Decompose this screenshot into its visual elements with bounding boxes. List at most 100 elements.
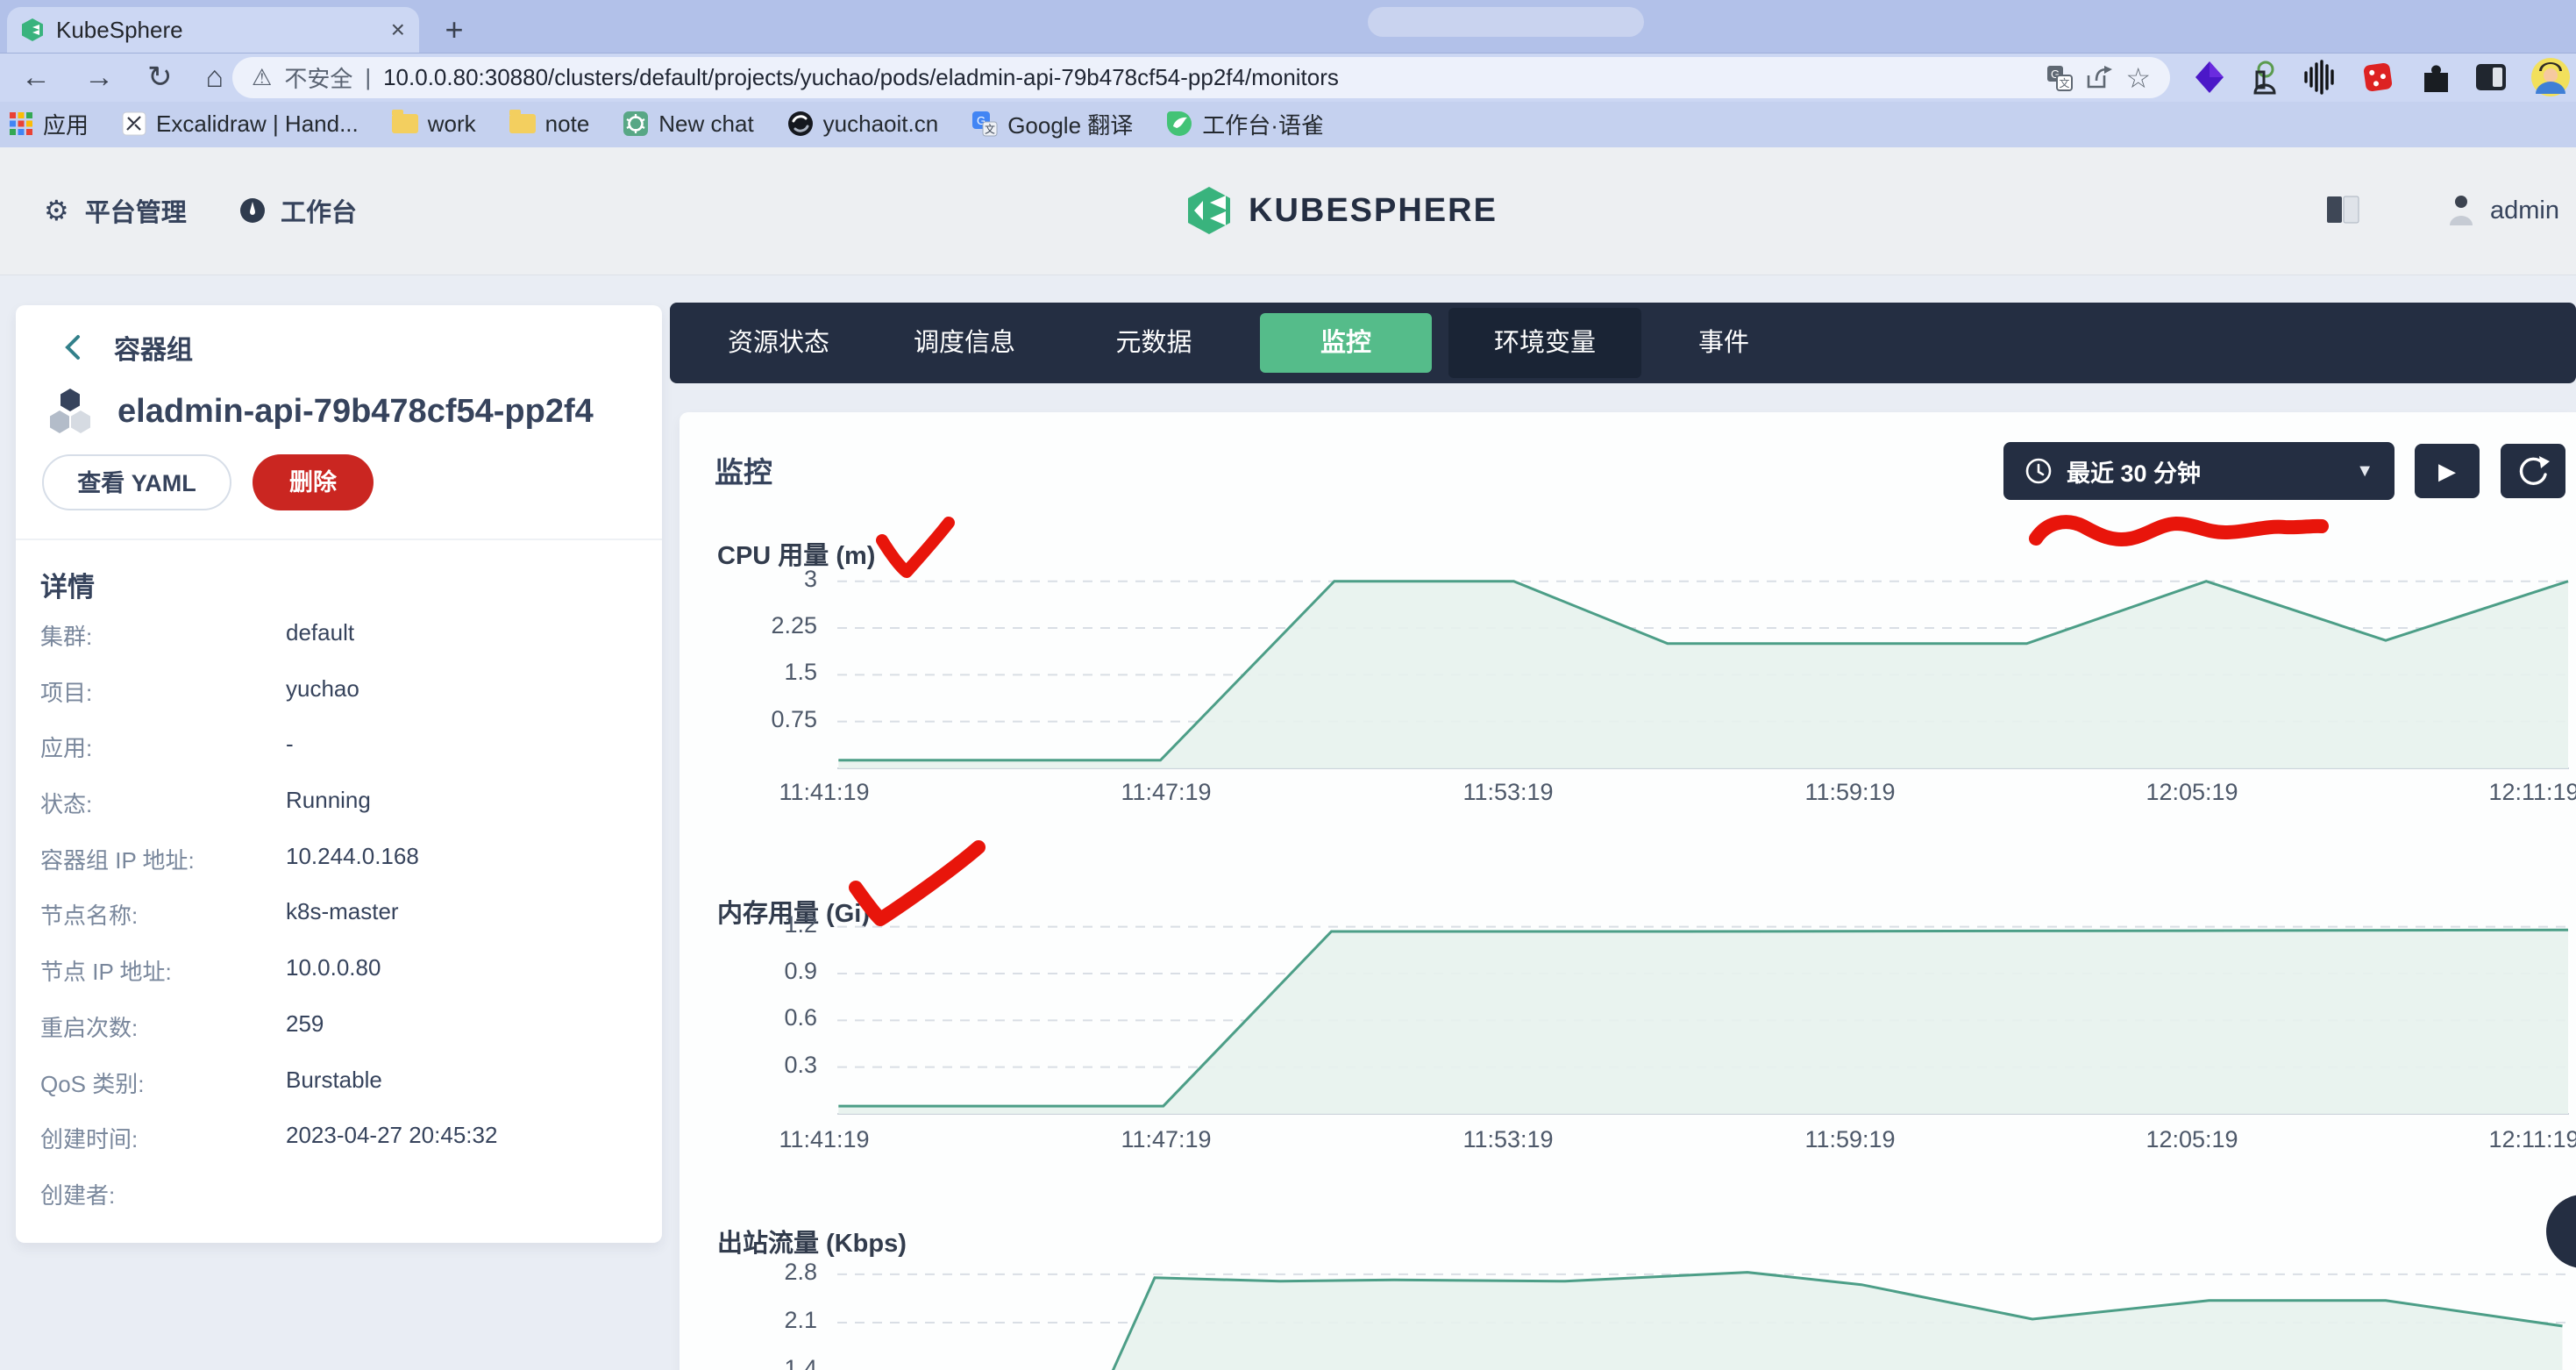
bookmarks-items: 应用 Excalidraw | Hand... work note New ch… [9, 103, 1324, 144]
bookmark-excalidraw[interactable]: Excalidraw | Hand... [122, 111, 359, 138]
user-menu[interactable]: admin [2446, 186, 2559, 235]
pod-name: eladmin-api-79b478cf54-pp2f4 [117, 393, 594, 431]
detail-label: 状态: [40, 787, 92, 819]
tab-scheduling-info[interactable]: 调度信息 [868, 303, 1061, 383]
yuque-icon [1166, 111, 1192, 137]
detail-label: 项目: [40, 675, 92, 708]
outbound-chart-title: 出站流量 (Kbps) [717, 1223, 907, 1259]
sidebar-divider [16, 539, 662, 540]
bookmark-work[interactable]: work [392, 111, 476, 138]
dice-extension-icon[interactable] [2360, 60, 2395, 95]
workbench-nav[interactable]: 工作台 [238, 184, 357, 237]
kubesphere-logo[interactable]: KUBESPHERE [1185, 182, 1498, 239]
detail-label: 容器组 IP 地址: [40, 843, 195, 875]
bookmark-label: work [428, 111, 476, 138]
time-range-value: 最近 30 分钟 [2067, 454, 2342, 489]
detail-value: Burstable [286, 1067, 382, 1094]
excalidraw-icon [122, 111, 146, 136]
bookmark-label: 工作台·语雀 [1202, 108, 1324, 140]
bookmark-label: 应用 [43, 108, 89, 140]
browser-tab[interactable]: KubeSphere × [7, 7, 419, 53]
profile-avatar[interactable] [2530, 57, 2571, 97]
pod-title-row: eladmin-api-79b478cf54-pp2f4 [46, 384, 594, 439]
forward-icon[interactable]: → [84, 53, 114, 102]
back-icon[interactable]: ← [21, 53, 51, 102]
svg-text:文: 文 [2060, 76, 2070, 89]
detail-row: 节点名称:k8s-master [40, 898, 637, 954]
detail-row: 创建时间:2023-04-27 20:45:32 [40, 1122, 637, 1178]
docs-book-icon[interactable] [2325, 195, 2360, 225]
url-text[interactable]: 10.0.0.80:30880/clusters/default/project… [383, 64, 2034, 91]
monitor-panel [680, 412, 2576, 1370]
cpu-chart-title: CPU 用量 (m) [717, 535, 875, 572]
view-yaml-button[interactable]: 查看 YAML [42, 454, 231, 510]
bookmark-new-chat[interactable]: New chat [623, 111, 753, 138]
detail-label: 重启次数: [40, 1010, 138, 1043]
tab-events[interactable]: 事件 [1627, 303, 1820, 383]
folder-icon [392, 114, 418, 133]
bookmark-yuque[interactable]: 工作台·语雀 [1166, 108, 1324, 140]
memory-chart-title: 内存用量 (Gi) [717, 893, 870, 930]
autorefresh-play-button[interactable]: ▶ [2415, 444, 2480, 498]
back-to-pods[interactable]: 容器组 [63, 328, 193, 367]
chatgpt-icon [623, 111, 649, 137]
tab-monitoring[interactable]: 监控 [1260, 313, 1432, 373]
bookmark-google-translate[interactable]: G文 Google 翻译 [971, 108, 1133, 140]
waveform-extension-icon[interactable] [2302, 60, 2338, 95]
detail-label: 节点名称: [40, 898, 138, 931]
reload-icon[interactable]: ↻ [147, 53, 173, 102]
detail-row: 节点 IP 地址: 10.0.0.80 [40, 954, 637, 1010]
person-search-extension-icon[interactable] [2248, 60, 2280, 95]
bookmark-label: Excalidraw | Hand... [156, 111, 359, 138]
time-range-select[interactable]: 最近 30 分钟 ▼ [2003, 442, 2395, 500]
puzzle-extension-icon[interactable] [2418, 61, 2451, 94]
monitor-title: 监控 [715, 449, 772, 491]
bookmark-yuchaoit[interactable]: yuchaoit.cn [787, 111, 939, 138]
nav-buttons: ← → ↻ ⌂ [21, 53, 224, 102]
home-icon[interactable]: ⌂ [206, 53, 224, 102]
url-divider: | [365, 64, 371, 91]
screen: KubeSphere × + ← → ↻ ⌂ ⚠ 不安全 | 10.0.0.80… [0, 0, 2576, 1370]
tab-title: KubeSphere [56, 17, 379, 44]
kubesphere-logo-text: KUBESPHERE [1249, 192, 1498, 230]
side-panel-extension-icon[interactable] [2474, 62, 2508, 92]
user-icon [2446, 194, 2476, 227]
bookmark-label: New chat [658, 111, 753, 138]
detail-label: 节点 IP 地址: [40, 954, 172, 987]
refresh-button[interactable] [2501, 444, 2565, 498]
tab-env-vars[interactable]: 环境变量 [1448, 308, 1641, 378]
detail-value: 10.0.0.80 [286, 954, 381, 981]
pod-icon [46, 387, 95, 436]
detail-row: 重启次数:259 [40, 1010, 637, 1067]
details-title: 详情 [40, 565, 95, 604]
bookmark-note[interactable]: note [509, 111, 590, 138]
tab-resource-status[interactable]: 资源状态 [682, 303, 875, 383]
workbench-label: 工作台 [281, 192, 357, 229]
extension-icons [2194, 53, 2571, 102]
diamond-extension-icon[interactable] [2194, 60, 2225, 95]
bookmark-label: note [545, 111, 590, 138]
detail-row: QoS 类别:Burstable [40, 1067, 637, 1123]
back-label: 容器组 [114, 328, 193, 367]
username: admin [2490, 196, 2559, 225]
bookmark-apps[interactable]: 应用 [9, 108, 89, 140]
detail-row: 状态:Running [40, 787, 637, 843]
detail-row: 创建者: [40, 1178, 637, 1234]
share-icon[interactable] [2085, 65, 2113, 91]
gear-icon: ⚙ [44, 194, 69, 227]
chevron-down-icon: ▼ [2356, 461, 2373, 482]
translate-icon[interactable]: G文 [2046, 65, 2073, 91]
folder-icon [509, 114, 536, 133]
bookmark-star-icon[interactable]: ☆ [2125, 61, 2151, 95]
delete-button[interactable]: 删除 [253, 454, 374, 510]
tab-close-icon[interactable]: × [391, 16, 405, 44]
tab-metadata[interactable]: 元数据 [1057, 303, 1250, 383]
back-chevron-icon [63, 333, 82, 361]
platform-manage-nav[interactable]: ⚙ 平台管理 [44, 184, 187, 237]
address-bar[interactable]: ⚠ 不安全 | 10.0.0.80:30880/clusters/default… [232, 57, 2170, 98]
detail-row: 集群:default [40, 619, 637, 675]
security-label[interactable]: 不安全 [284, 61, 352, 94]
kubesphere-favicon-icon [21, 18, 44, 42]
new-tab-button[interactable]: + [435, 11, 473, 49]
apps-grid-icon [9, 111, 33, 136]
